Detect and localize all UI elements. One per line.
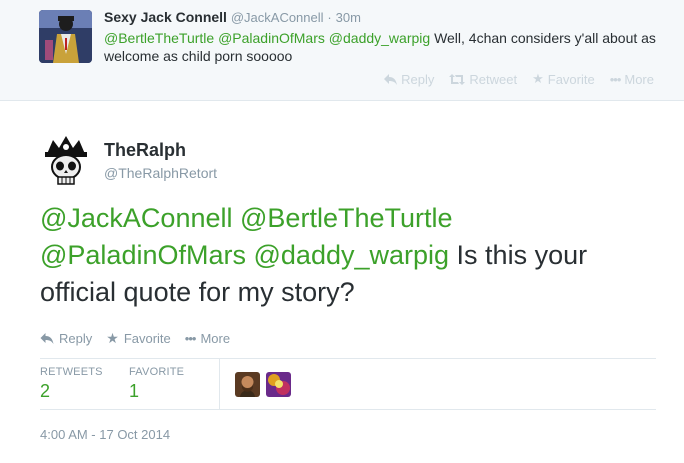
tweet-timestamp[interactable]: 4:00 AM - 17 Oct 2014 xyxy=(40,427,170,442)
retweets-label: RETWEETS xyxy=(40,366,103,378)
parent-author-name[interactable]: Sexy Jack Connell xyxy=(104,9,227,25)
reply-icon xyxy=(40,333,54,344)
mention-link[interactable]: @PaladinOfMars xyxy=(218,30,325,46)
main-author-name[interactable]: TheRalph xyxy=(104,140,186,161)
parent-timestamp[interactable]: 30m xyxy=(336,10,361,25)
retweet-icon xyxy=(449,73,466,85)
parent-tweet[interactable]: Sexy Jack Connell @JackAConnell · 30m @B… xyxy=(0,0,684,101)
favorite-label: Favorite xyxy=(547,71,595,87)
parent-tweet-text: @BertleTheTurtle @PaladinOfMars @daddy_w… xyxy=(104,29,664,65)
tweet-stats: RETWEETS 2 FAVORITE 1 xyxy=(40,358,656,410)
main-avatar[interactable] xyxy=(39,134,93,188)
favorite-star-icon: ★ xyxy=(532,71,544,86)
more-label: More xyxy=(200,331,231,346)
reply-button[interactable]: Reply xyxy=(40,330,92,347)
favorite-button[interactable]: ★ Favorite xyxy=(106,330,171,347)
retweets-stat[interactable]: RETWEETS 2 xyxy=(40,366,103,402)
reply-icon xyxy=(384,73,398,85)
favorite-label: Favorite xyxy=(123,331,171,346)
favorites-label: FAVORITE xyxy=(129,366,185,378)
reply-label: Reply xyxy=(401,71,435,87)
parent-favorite-button[interactable]: ★ Favorite xyxy=(532,71,595,87)
favoriter-avatar[interactable] xyxy=(266,372,291,397)
favorites-count: 1 xyxy=(129,381,140,401)
parent-author-handle[interactable]: @JackAConnell xyxy=(231,10,324,25)
reply-label: Reply xyxy=(59,331,93,346)
separator-dot: · xyxy=(327,10,332,25)
favorite-star-icon: ★ xyxy=(106,330,119,346)
skull-crown-avatar-icon xyxy=(39,134,93,188)
mention-link[interactable]: @PaladinOfMars xyxy=(40,240,246,270)
more-dots-icon: ••• xyxy=(184,331,197,346)
parent-reply-button[interactable]: Reply xyxy=(384,71,434,87)
parent-more-button[interactable]: ••• More xyxy=(610,71,654,87)
retweets-count: 2 xyxy=(40,381,51,401)
more-button[interactable]: ••• More xyxy=(185,330,230,347)
main-tweet-text: @JackAConnell @BertleTheTurtle @PaladinO… xyxy=(40,200,640,311)
more-dots-icon: ••• xyxy=(609,71,622,87)
mention-link[interactable]: @BertleTheTurtle xyxy=(104,30,214,46)
parent-avatar[interactable] xyxy=(39,10,92,63)
mention-link[interactable]: @daddy_warpig xyxy=(254,240,450,270)
favoriter-avatar[interactable] xyxy=(235,372,260,397)
mention-link[interactable]: @BertleTheTurtle xyxy=(240,203,452,233)
stats-divider xyxy=(219,359,220,409)
more-label: More xyxy=(624,71,654,87)
retweet-label: Retweet xyxy=(469,71,518,87)
parent-retweet-button[interactable]: Retweet xyxy=(449,71,517,87)
mention-link[interactable]: @JackAConnell xyxy=(40,203,233,233)
main-tweet-actions: Reply ★ Favorite ••• More xyxy=(40,330,230,347)
mention-link[interactable]: @daddy_warpig xyxy=(329,30,430,46)
favorites-stat[interactable]: FAVORITE 1 xyxy=(129,366,184,402)
parent-tweet-header: Sexy Jack Connell @JackAConnell · 30m xyxy=(104,9,361,26)
parent-tweet-actions: Reply Retweet ★ Favorite ••• More xyxy=(384,71,654,87)
main-author-handle[interactable]: @TheRalphRetort xyxy=(104,165,217,181)
